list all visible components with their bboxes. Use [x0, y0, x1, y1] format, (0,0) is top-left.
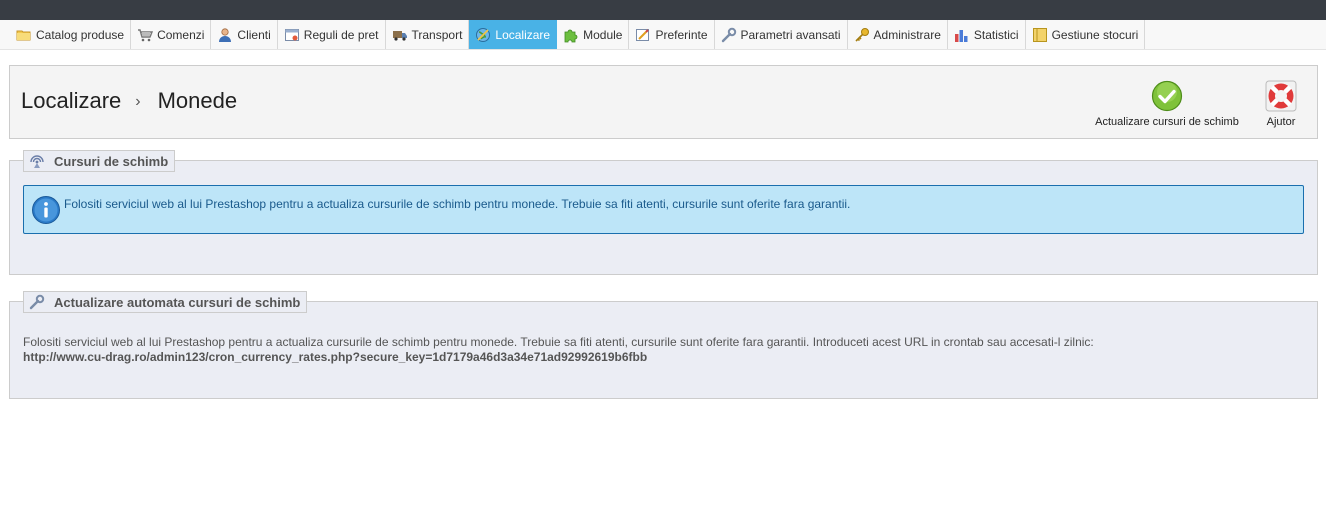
radar-icon [29, 153, 45, 169]
bar-chart-icon [954, 27, 970, 43]
help-button[interactable]: Ajutor [1262, 80, 1300, 128]
main-menu-bar: Catalog produse Comenzi Clienti Reguli d… [0, 20, 1326, 50]
menu-item-price-rules[interactable]: Reguli de pret [277, 20, 386, 49]
info-message: Folositi serviciul web al lui Prestashop… [23, 185, 1304, 234]
main-menu: Catalog produse Comenzi Clienti Reguli d… [10, 20, 1146, 49]
stock-icon [1032, 27, 1048, 43]
menu-item-stock-management[interactable]: Gestiune stocuri [1025, 20, 1146, 49]
globe-icon [475, 27, 491, 43]
breadcrumb: Localizare › Monede [21, 88, 237, 114]
menu-item-preferences[interactable]: Preferinte [629, 20, 715, 49]
preferences-icon [635, 27, 651, 43]
page-header: Localizare › Monede Actualizare cursuri … [9, 65, 1318, 139]
info-icon [31, 195, 61, 225]
auto-update-panel: Actualizare automata cursuri de schimb F… [9, 291, 1318, 399]
cart-icon [137, 27, 154, 43]
top-bar [0, 0, 1326, 20]
user-icon [217, 27, 233, 43]
breadcrumb-parent[interactable]: Localizare [21, 88, 121, 114]
update-exchange-rates-label: Actualizare cursuri de schimb [1095, 116, 1239, 128]
truck-icon [392, 27, 408, 43]
menu-item-modules[interactable]: Module [557, 20, 630, 49]
auto-update-legend: Actualizare automata cursuri de schimb [23, 291, 308, 313]
menu-item-orders[interactable]: Comenzi [131, 20, 212, 49]
menu-item-statistics[interactable]: Statistici [947, 20, 1026, 49]
menu-item-customers[interactable]: Clienti [211, 20, 278, 49]
folder-icon [16, 27, 32, 43]
exchange-rates-legend-text: Cursuri de schimb [54, 153, 169, 169]
info-message-text: Folositi serviciul web al lui Prestashop… [64, 197, 851, 211]
price-rules-icon [284, 27, 300, 43]
menu-item-localization[interactable]: Localizare [469, 20, 558, 49]
menu-item-advanced-parameters[interactable]: Parametri avansati [714, 20, 848, 49]
help-label: Ajutor [1266, 116, 1296, 128]
check-icon [1151, 80, 1183, 112]
cron-url: http://www.cu-drag.ro/admin123/cron_curr… [23, 350, 648, 364]
key-icon [854, 27, 870, 43]
exchange-rates-panel: Cursuri de schimb Folositi serviciul web… [9, 150, 1318, 275]
exchange-rates-legend: Cursuri de schimb [23, 150, 176, 172]
menu-item-administration[interactable]: Administrare [847, 20, 948, 49]
update-exchange-rates-button[interactable]: Actualizare cursuri de schimb [1094, 80, 1240, 128]
menu-item-catalog[interactable]: Catalog produse [10, 20, 132, 49]
menu-item-shipping[interactable]: Transport [385, 20, 470, 49]
puzzle-icon [563, 27, 579, 43]
breadcrumb-separator: › [135, 93, 141, 110]
lifebuoy-icon [1265, 80, 1297, 112]
auto-update-description: Folositi serviciul web al lui Prestashop… [23, 335, 1094, 349]
page-title: Monede [157, 88, 238, 113]
wrench-icon [29, 294, 45, 310]
wrench-icon [721, 27, 737, 43]
auto-update-legend-text: Actualizare automata cursuri de schimb [54, 294, 301, 310]
